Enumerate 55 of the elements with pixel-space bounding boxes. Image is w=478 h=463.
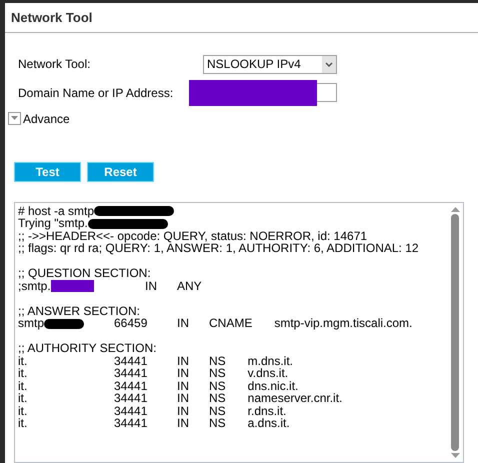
output-line: ;; ->>HEADER<<- opcode: QUERY, status: NOERROR, id: 14671: [18, 230, 368, 242]
output-line: ;; ANSWER SECTION:: [18, 304, 140, 318]
field-label: Network Tool:: [18, 56, 92, 74]
output-text: CNAME: [209, 317, 254, 330]
output-text: IN: [177, 380, 190, 392]
output-text: it.: [18, 354, 28, 368]
output-line: ;; flags: qr rd ra; QUERY: 1, ANSWER: 1, AUTHORITY: 6, ADDITIONAL: 12: [18, 242, 419, 255]
output-text: r.dns.it.: [248, 404, 286, 418]
output-text: 34441: [114, 417, 148, 430]
output-text: IN: [177, 404, 190, 418]
output-text: it.: [18, 404, 28, 418]
output-text: IN: [177, 367, 190, 380]
scroll-down-icon[interactable]: [450, 453, 460, 459]
scroll-thumb[interactable]: [451, 214, 459, 451]
output-line: ;; QUESTION SECTION:: [18, 267, 151, 280]
output-text: dns.nic.it.: [248, 380, 298, 392]
output-text: v.dns.it.: [248, 367, 288, 380]
advance-toggle[interactable]: Advance: [23, 110, 70, 128]
output-line: Trying "smtp.: [18, 217, 88, 230]
output-text: it.: [18, 392, 28, 405]
output-text: IN: [177, 317, 190, 330]
output-text: it.: [18, 380, 28, 392]
triangle-down-icon[interactable]: [8, 112, 21, 126]
output-text: NS: [209, 367, 227, 380]
output-text: NS: [209, 380, 227, 392]
output-text: IN: [177, 417, 190, 430]
output-text: m.dns.it.: [248, 354, 294, 368]
output-text: NS: [209, 354, 227, 368]
output-text: 34441: [114, 404, 148, 418]
output-text: ;smtp.: [18, 280, 51, 292]
output-text: 34441: [114, 367, 148, 380]
output-text: 66459: [114, 317, 148, 330]
output-text: it.: [18, 367, 28, 380]
output-text: NS: [209, 404, 227, 418]
address-field[interactable]: [317, 83, 337, 102]
output-text: IN: [145, 280, 158, 292]
output-text: ANY: [177, 280, 202, 292]
output-text: NS: [209, 417, 227, 430]
output-text: 34441: [114, 380, 148, 392]
output-text: 34441: [114, 354, 148, 368]
output-line: # host -a smtp: [18, 204, 94, 218]
output-text: NS: [209, 392, 227, 405]
output-text: a.dns.it.: [248, 417, 290, 430]
panel-title: Network Tool: [11, 8, 92, 27]
field-label: Domain Name or IP Address:: [18, 84, 174, 102]
chevron-down-icon: [322, 56, 336, 73]
output-line: ;; AUTHORITY SECTION:: [18, 342, 156, 355]
output-text: it.: [18, 417, 28, 430]
output-text: smtp-vip.mgm.tiscali.com.: [274, 317, 412, 330]
tool-select[interactable]: NSLOOKUP IPv4: [203, 54, 337, 74]
output-text: IN: [177, 354, 190, 368]
output-text: nameserver.cnr.it.: [248, 392, 342, 405]
output-text: 34441: [114, 392, 148, 405]
output-text: IN: [177, 392, 190, 405]
output-text: smtp: [18, 317, 44, 330]
